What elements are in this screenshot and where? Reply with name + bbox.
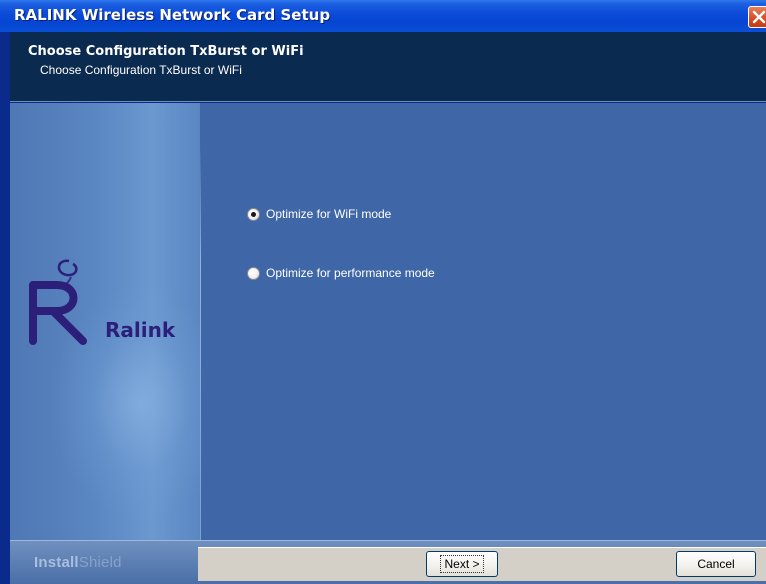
option-label: Optimize for performance mode: [266, 266, 435, 280]
title-bar: RALINK Wireless Network Card Setup: [0, 0, 766, 32]
radio-button-icon[interactable]: [247, 207, 260, 221]
installshield-brand-install: Install: [34, 554, 79, 571]
cancel-button-label: Cancel: [697, 557, 735, 571]
option-performance-mode[interactable]: Optimize for performance mode: [247, 263, 435, 283]
window-title: RALINK Wireless Network Card Setup: [14, 6, 331, 24]
next-button-label: Next >: [440, 555, 484, 573]
panel-divider: [200, 143, 201, 540]
header-panel: Choose Configuration TxBurst or WiFi Cho…: [10, 32, 766, 102]
page-title: Choose Configuration TxBurst or WiFi: [28, 44, 304, 59]
ralink-logo-text: Ralink: [105, 318, 176, 342]
page-subtitle: Choose Configuration TxBurst or WiFi: [40, 63, 242, 77]
installshield-brand: InstallShield: [34, 554, 122, 571]
next-button[interactable]: Next >: [426, 551, 498, 577]
option-wifi-mode[interactable]: Optimize for WiFi mode: [247, 204, 391, 224]
option-label: Optimize for WiFi mode: [266, 207, 392, 221]
cancel-button[interactable]: Cancel: [676, 551, 756, 577]
installshield-brand-shield: Shield: [78, 554, 122, 571]
footer-bar: InstallShield Next > Cancel: [10, 540, 766, 584]
setup-window: RALINK Wireless Network Card Setup Choos…: [0, 0, 766, 584]
close-button[interactable]: [748, 6, 766, 28]
radio-button-icon[interactable]: [247, 266, 260, 280]
close-x-icon: [752, 10, 766, 24]
main-panel: Ralink Optimize for WiFi mode Optimize f…: [10, 103, 766, 540]
